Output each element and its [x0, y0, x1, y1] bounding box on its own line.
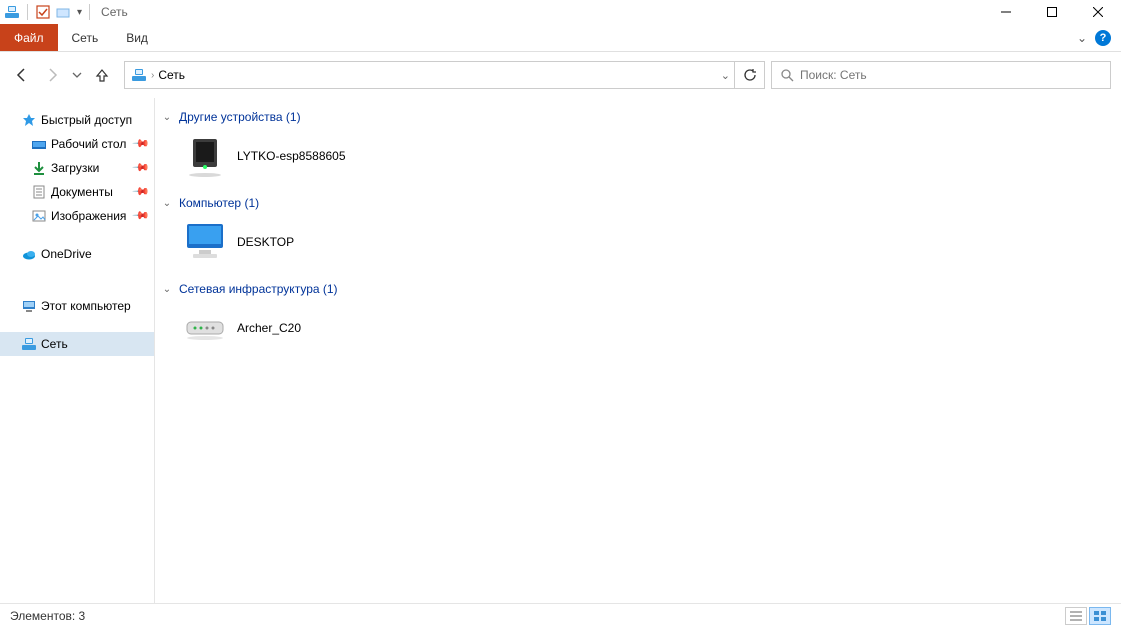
- desktop-icon: [32, 137, 46, 151]
- item-label: LYTKO-esp8588605: [237, 149, 346, 163]
- search-box[interactable]: [771, 61, 1111, 89]
- breadcrumb-network[interactable]: Сеть: [158, 68, 185, 82]
- up-button[interactable]: [90, 63, 114, 87]
- sidebar-item-downloads[interactable]: Загрузки 📌: [0, 156, 154, 180]
- chevron-down-icon[interactable]: ⌄: [161, 112, 173, 123]
- sidebar-item-label: Этот компьютер: [41, 299, 131, 313]
- chevron-right-icon[interactable]: ›: [151, 70, 154, 81]
- pictures-icon: [32, 209, 46, 223]
- recent-locations-button[interactable]: [70, 63, 84, 87]
- onedrive-icon: [22, 247, 36, 261]
- item-label: DESKTOP: [237, 235, 294, 249]
- separator: [27, 4, 28, 20]
- device-icon: [181, 132, 229, 180]
- group-items: LYTKO-esp8588605: [157, 130, 1121, 182]
- sidebar-item-label: OneDrive: [41, 247, 92, 261]
- sidebar-item-onedrive[interactable]: OneDrive: [0, 242, 154, 266]
- chevron-down-icon[interactable]: ⌄: [161, 284, 173, 295]
- group-header[interactable]: ⌄ Компьютер (1): [157, 192, 1121, 216]
- address-bar[interactable]: › Сеть ⌄: [124, 61, 765, 89]
- computer-icon: [181, 218, 229, 266]
- sidebar-item-this-pc[interactable]: Этот компьютер: [0, 294, 154, 318]
- sidebar-item-label: Документы: [51, 185, 113, 199]
- status-bar: Элементов: 3: [0, 603, 1121, 627]
- group-items: DESKTOP: [157, 216, 1121, 268]
- view-icons-button[interactable]: [1089, 607, 1111, 625]
- close-button[interactable]: [1075, 0, 1121, 24]
- properties-icon[interactable]: [35, 4, 51, 20]
- group-header[interactable]: ⌄ Сетевая инфраструктура (1): [157, 278, 1121, 302]
- group-header[interactable]: ⌄ Другие устройства (1): [157, 106, 1121, 130]
- minimize-button[interactable]: [983, 0, 1029, 24]
- titlebar: ▾ Сеть: [0, 0, 1121, 24]
- network-icon: [4, 4, 20, 20]
- status-text: Элементов: 3: [10, 609, 85, 623]
- star-icon: [22, 113, 36, 127]
- pin-icon: 📌: [132, 134, 151, 153]
- pin-icon: 📌: [132, 206, 151, 225]
- group-name: Другие устройства (1): [179, 110, 301, 124]
- back-button[interactable]: [10, 63, 34, 87]
- sidebar-item-label: Быстрый доступ: [41, 113, 132, 127]
- sidebar-item-label: Сеть: [41, 337, 68, 351]
- sidebar-item-pictures[interactable]: Изображения 📌: [0, 204, 154, 228]
- ribbon: Файл Сеть Вид ⌄ ?: [0, 24, 1121, 52]
- address-history-dropdown[interactable]: ⌄: [721, 69, 730, 82]
- network-computer-item[interactable]: DESKTOP: [177, 216, 417, 268]
- network-device-item[interactable]: LYTKO-esp8588605: [177, 130, 417, 182]
- pin-icon: 📌: [132, 158, 151, 177]
- network-icon: [22, 337, 36, 351]
- chevron-down-icon[interactable]: ⌄: [161, 198, 173, 209]
- group-name: Сетевая инфраструктура (1): [179, 282, 338, 296]
- view-details-button[interactable]: [1065, 607, 1087, 625]
- new-folder-icon[interactable]: [55, 4, 71, 20]
- documents-icon: [32, 185, 46, 199]
- sidebar-item-label: Рабочий стол: [51, 137, 126, 151]
- qat-customize-icon[interactable]: ▾: [77, 7, 82, 18]
- help-icon[interactable]: ?: [1095, 30, 1111, 46]
- sidebar-item-desktop[interactable]: Рабочий стол 📌: [0, 132, 154, 156]
- maximize-button[interactable]: [1029, 0, 1075, 24]
- sidebar-item-documents[interactable]: Документы 📌: [0, 180, 154, 204]
- separator: [89, 4, 90, 20]
- router-icon: [181, 304, 229, 352]
- forward-button[interactable]: [40, 63, 64, 87]
- sidebar-item-label: Изображения: [51, 209, 126, 223]
- this-pc-icon: [22, 299, 36, 313]
- search-input[interactable]: [800, 68, 1102, 82]
- group-items: Archer_C20: [157, 302, 1121, 354]
- item-label: Archer_C20: [237, 321, 301, 335]
- sidebar-item-network[interactable]: Сеть: [0, 332, 154, 356]
- tab-network[interactable]: Сеть: [58, 24, 113, 51]
- tab-file[interactable]: Файл: [0, 24, 58, 51]
- group-name: Компьютер (1): [179, 196, 259, 210]
- search-icon: [780, 68, 794, 82]
- sidebar-item-label: Загрузки: [51, 161, 99, 175]
- body: Быстрый доступ Рабочий стол 📌 Загрузки 📌…: [0, 98, 1121, 603]
- sidebar: Быстрый доступ Рабочий стол 📌 Загрузки 📌…: [0, 98, 155, 603]
- network-router-item[interactable]: Archer_C20: [177, 302, 417, 354]
- content-pane: ⌄ Другие устройства (1) LYTKO-esp8588605…: [155, 98, 1121, 603]
- window-title: Сеть: [101, 5, 128, 19]
- nav-row: › Сеть ⌄: [0, 52, 1121, 98]
- refresh-button[interactable]: [734, 61, 764, 89]
- ribbon-expand-icon[interactable]: ⌄: [1077, 31, 1087, 45]
- downloads-icon: [32, 161, 46, 175]
- quick-access-toolbar: ▾: [4, 4, 93, 20]
- sidebar-item-quick-access[interactable]: Быстрый доступ: [0, 108, 154, 132]
- tab-view[interactable]: Вид: [112, 24, 162, 51]
- network-icon: [131, 67, 147, 83]
- pin-icon: 📌: [132, 182, 151, 201]
